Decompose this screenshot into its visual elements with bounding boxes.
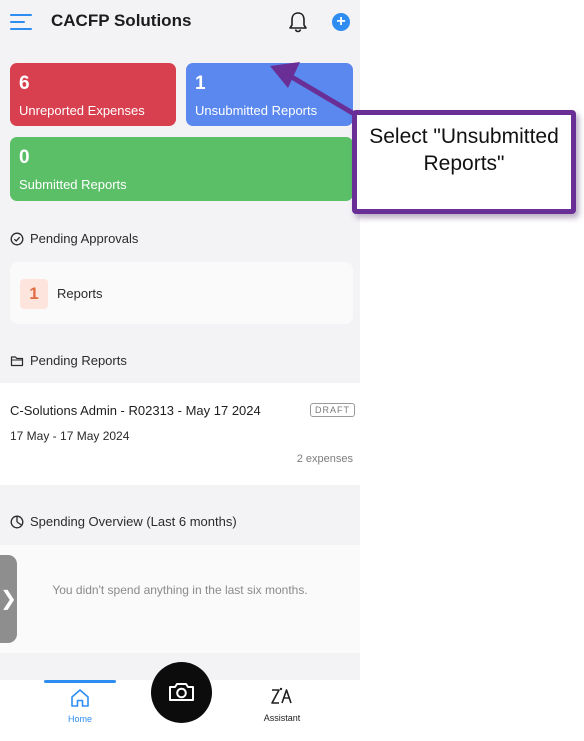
- screen: CACFP Solutions + 6 Unreported Expenses …: [0, 0, 584, 741]
- callout-text: Select "Unsubmitted Reports": [369, 125, 559, 175]
- instruction-callout: Select "Unsubmitted Reports": [352, 110, 576, 214]
